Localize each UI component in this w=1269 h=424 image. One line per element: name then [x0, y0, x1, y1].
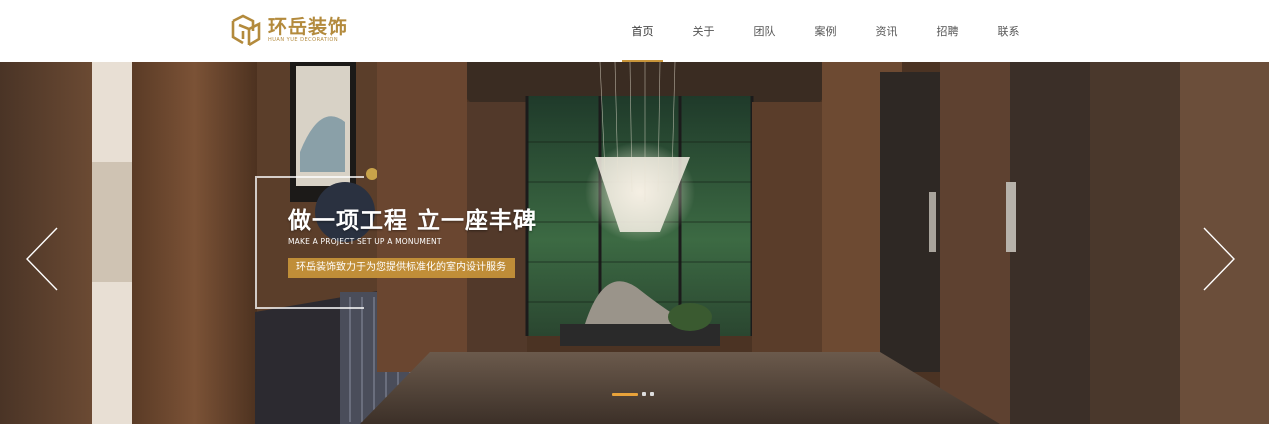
- nav-item-contact[interactable]: 联系: [978, 0, 1039, 62]
- nav-item-team[interactable]: 团队: [734, 0, 795, 62]
- nav-item-home[interactable]: 首页: [612, 0, 673, 62]
- slide-pagination: [612, 392, 654, 396]
- banner-headline: 做一项工程 立一座丰碑: [288, 208, 538, 234]
- brand-logo[interactable]: 环岳装饰 HUAN YUE DECORATION: [229, 12, 348, 48]
- slide-dot-3[interactable]: [650, 392, 654, 396]
- banner-tagline: 环岳装饰致力于为您提供标准化的室内设计服务: [288, 258, 515, 278]
- banner-subline: MAKE A PROJECT SET UP A MONUMENT: [288, 237, 442, 246]
- logo-icon: [231, 14, 261, 47]
- next-slide-button[interactable]: [1202, 226, 1236, 292]
- slide-dot-1[interactable]: [612, 392, 638, 396]
- nav-item-news[interactable]: 资讯: [856, 0, 917, 62]
- slide-dot-2[interactable]: [642, 392, 646, 396]
- nav-item-jobs[interactable]: 招聘: [917, 0, 978, 62]
- hero-banner[interactable]: 做一项工程 立一座丰碑 MAKE A PROJECT SET UP A MONU…: [0, 62, 1269, 424]
- nav-item-about[interactable]: 关于: [673, 0, 734, 62]
- prev-slide-button[interactable]: [25, 226, 59, 292]
- brand-name-cn: 环岳装饰: [268, 15, 349, 38]
- logo-text: 环岳装饰 HUAN YUE DECORATION: [268, 17, 348, 44]
- main-nav: 首页 关于 团队 案例 资讯 招聘 联系: [612, 0, 1039, 62]
- chevron-right-icon: [1203, 227, 1235, 291]
- brand-name-en: HUAN YUE DECORATION: [268, 36, 339, 43]
- banner-image: [0, 62, 1269, 424]
- site-header: 环岳装饰 HUAN YUE DECORATION 首页 关于 团队 案例 资讯 …: [0, 0, 1269, 62]
- nav-item-cases[interactable]: 案例: [795, 0, 856, 62]
- chevron-left-icon: [26, 227, 58, 291]
